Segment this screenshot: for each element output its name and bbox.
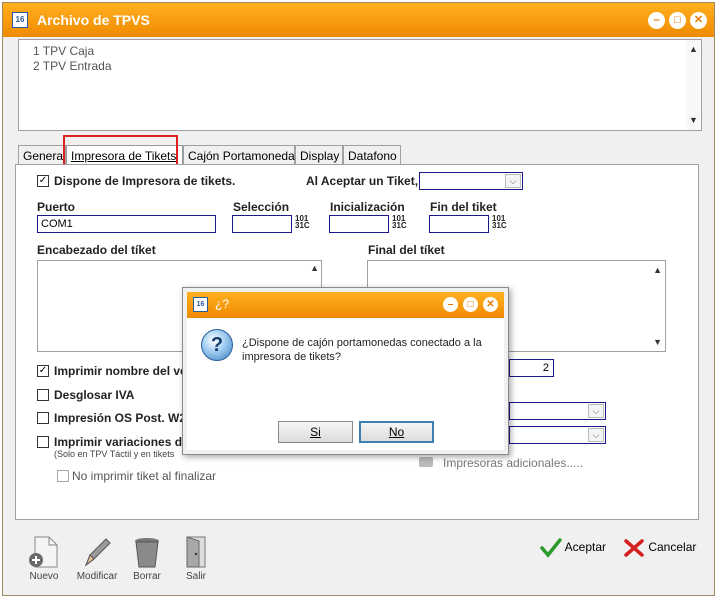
app-icon: 16 (12, 12, 28, 28)
list-item[interactable]: 2 TPV Entrada (33, 59, 112, 73)
scroll-up-icon[interactable]: ▲ (653, 265, 662, 275)
list-scrollbar[interactable]: ▲ ▼ (686, 40, 701, 130)
title-bar: 16 Archivo de TPVS – □ ✕ (3, 3, 714, 37)
chevron-down-icon: ⌵ (588, 404, 604, 418)
fin-tiket-label: Fin del tiket (430, 200, 497, 214)
imprimir-variaciones-label: Imprimir variaciones d (54, 435, 183, 449)
si-button[interactable]: Si (278, 421, 353, 443)
impresora-variaciones-select[interactable]: ⌵ (509, 426, 606, 444)
trash-icon (135, 538, 159, 568)
app-icon: 16 (193, 297, 208, 312)
inicializacion-input[interactable] (329, 215, 389, 233)
desglosar-iva-label: Desglosar IVA (54, 388, 135, 402)
window-title: Archivo de TPVS (37, 12, 150, 28)
impresoras-adicionales-link[interactable]: Impresoras adicionales..... (443, 456, 583, 470)
salir-label: Salir (185, 571, 206, 582)
tpv-list[interactable]: 1 TPV Caja 2 TPV Entrada ▲ ▼ (18, 39, 702, 131)
minimize-icon[interactable]: – (648, 12, 665, 29)
impresora-os-select[interactable]: ⌵ (509, 402, 606, 420)
inicializacion-label: Inicialización (330, 200, 405, 214)
seleccion-label: Selección (233, 200, 290, 214)
close-icon[interactable]: ✕ (690, 12, 707, 29)
aceptar-button[interactable]: Aceptar (540, 538, 606, 558)
dispone-impresora-checkbox[interactable]: ✓ (37, 175, 49, 187)
exit-door-icon (186, 536, 206, 568)
imprimir-variaciones-checkbox[interactable] (37, 436, 49, 448)
dialog-body: ? ¿Dispone de cajón portamonedas conecta… (187, 318, 504, 450)
calculator-icon[interactable]: 101 31C (295, 215, 310, 230)
maximize-icon[interactable]: □ (463, 297, 478, 312)
puerto-input[interactable]: COM1 (37, 215, 216, 233)
impresion-os-label: Impresión OS Post. W2 (54, 411, 187, 425)
close-icon[interactable]: ✕ (483, 297, 498, 312)
salir-button[interactable]: Salir (178, 535, 214, 582)
confirm-dialog: 16 ¿? – □ ✕ ? ¿Dispone de cajón portamon… (182, 287, 509, 455)
maximize-icon[interactable]: □ (669, 12, 686, 29)
cancelar-button[interactable]: Cancelar (623, 538, 696, 558)
cross-icon (624, 539, 644, 557)
aceptar-label: Aceptar (564, 540, 607, 555)
final-tiket-label: Final del tíket (368, 243, 445, 257)
dialog-title: ¿? (215, 297, 230, 311)
tab-highlight (63, 135, 178, 166)
impresion-os-checkbox[interactable] (37, 412, 49, 424)
puerto-label: Puerto (37, 200, 76, 214)
scroll-up-icon[interactable]: ▲ (310, 263, 319, 273)
seleccion-input[interactable] (232, 215, 292, 233)
dialog-message: ¿Dispone de cajón portamonedas conectado… (242, 337, 482, 363)
encabezado-label: Encabezado del tíket (37, 243, 156, 257)
copias-input[interactable]: 2 (509, 359, 554, 377)
new-document-icon (29, 536, 58, 568)
fin-tiket-input[interactable] (429, 215, 489, 233)
no-imprimir-label: No imprimir tiket al finalizar (72, 469, 217, 483)
scroll-up-icon[interactable]: ▲ (686, 42, 701, 57)
no-button[interactable]: No (359, 421, 434, 443)
checkmark-icon (540, 538, 562, 558)
nuevo-button[interactable]: Nuevo (24, 535, 64, 582)
scroll-down-icon[interactable]: ▼ (653, 337, 662, 347)
modificar-button[interactable]: Modificar (75, 535, 119, 582)
dispone-impresora-label: Dispone de Impresora de tikets. (54, 174, 236, 188)
desglosar-iva-checkbox[interactable] (37, 389, 49, 401)
si-label: Si (310, 425, 321, 439)
calculator-icon[interactable]: 101 31C (392, 215, 407, 230)
borrar-button[interactable]: Borrar (127, 535, 167, 582)
minimize-icon[interactable]: – (443, 297, 458, 312)
borrar-label: Borrar (133, 571, 161, 582)
dialog-title-bar: 16 ¿? – □ ✕ (187, 292, 504, 318)
chevron-down-icon: ⌵ (505, 174, 521, 188)
imprimir-nombre-label: Imprimir nombre del ve (54, 364, 187, 378)
solo-tpv-note: (Solo en TPV Táctil y en tikets (54, 449, 175, 459)
question-icon: ? (201, 329, 233, 361)
pencil-icon (84, 538, 111, 567)
al-aceptar-select[interactable]: ⌵ (419, 172, 523, 190)
cancelar-label: Cancelar (648, 540, 697, 555)
no-label: No (388, 425, 405, 439)
chevron-down-icon: ⌵ (588, 428, 604, 442)
no-imprimir-checkbox[interactable] (57, 470, 69, 482)
calculator-icon[interactable]: 101 31C (492, 215, 507, 230)
scroll-down-icon[interactable]: ▼ (686, 113, 701, 128)
modificar-label: Modificar (76, 571, 118, 582)
imprimir-nombre-checkbox[interactable]: ✓ (37, 365, 49, 377)
list-item[interactable]: 1 TPV Caja (33, 44, 94, 58)
nuevo-label: Nuevo (29, 571, 59, 582)
al-aceptar-label: Al Aceptar un Tiket, (306, 174, 419, 188)
printer-icon (419, 457, 433, 467)
